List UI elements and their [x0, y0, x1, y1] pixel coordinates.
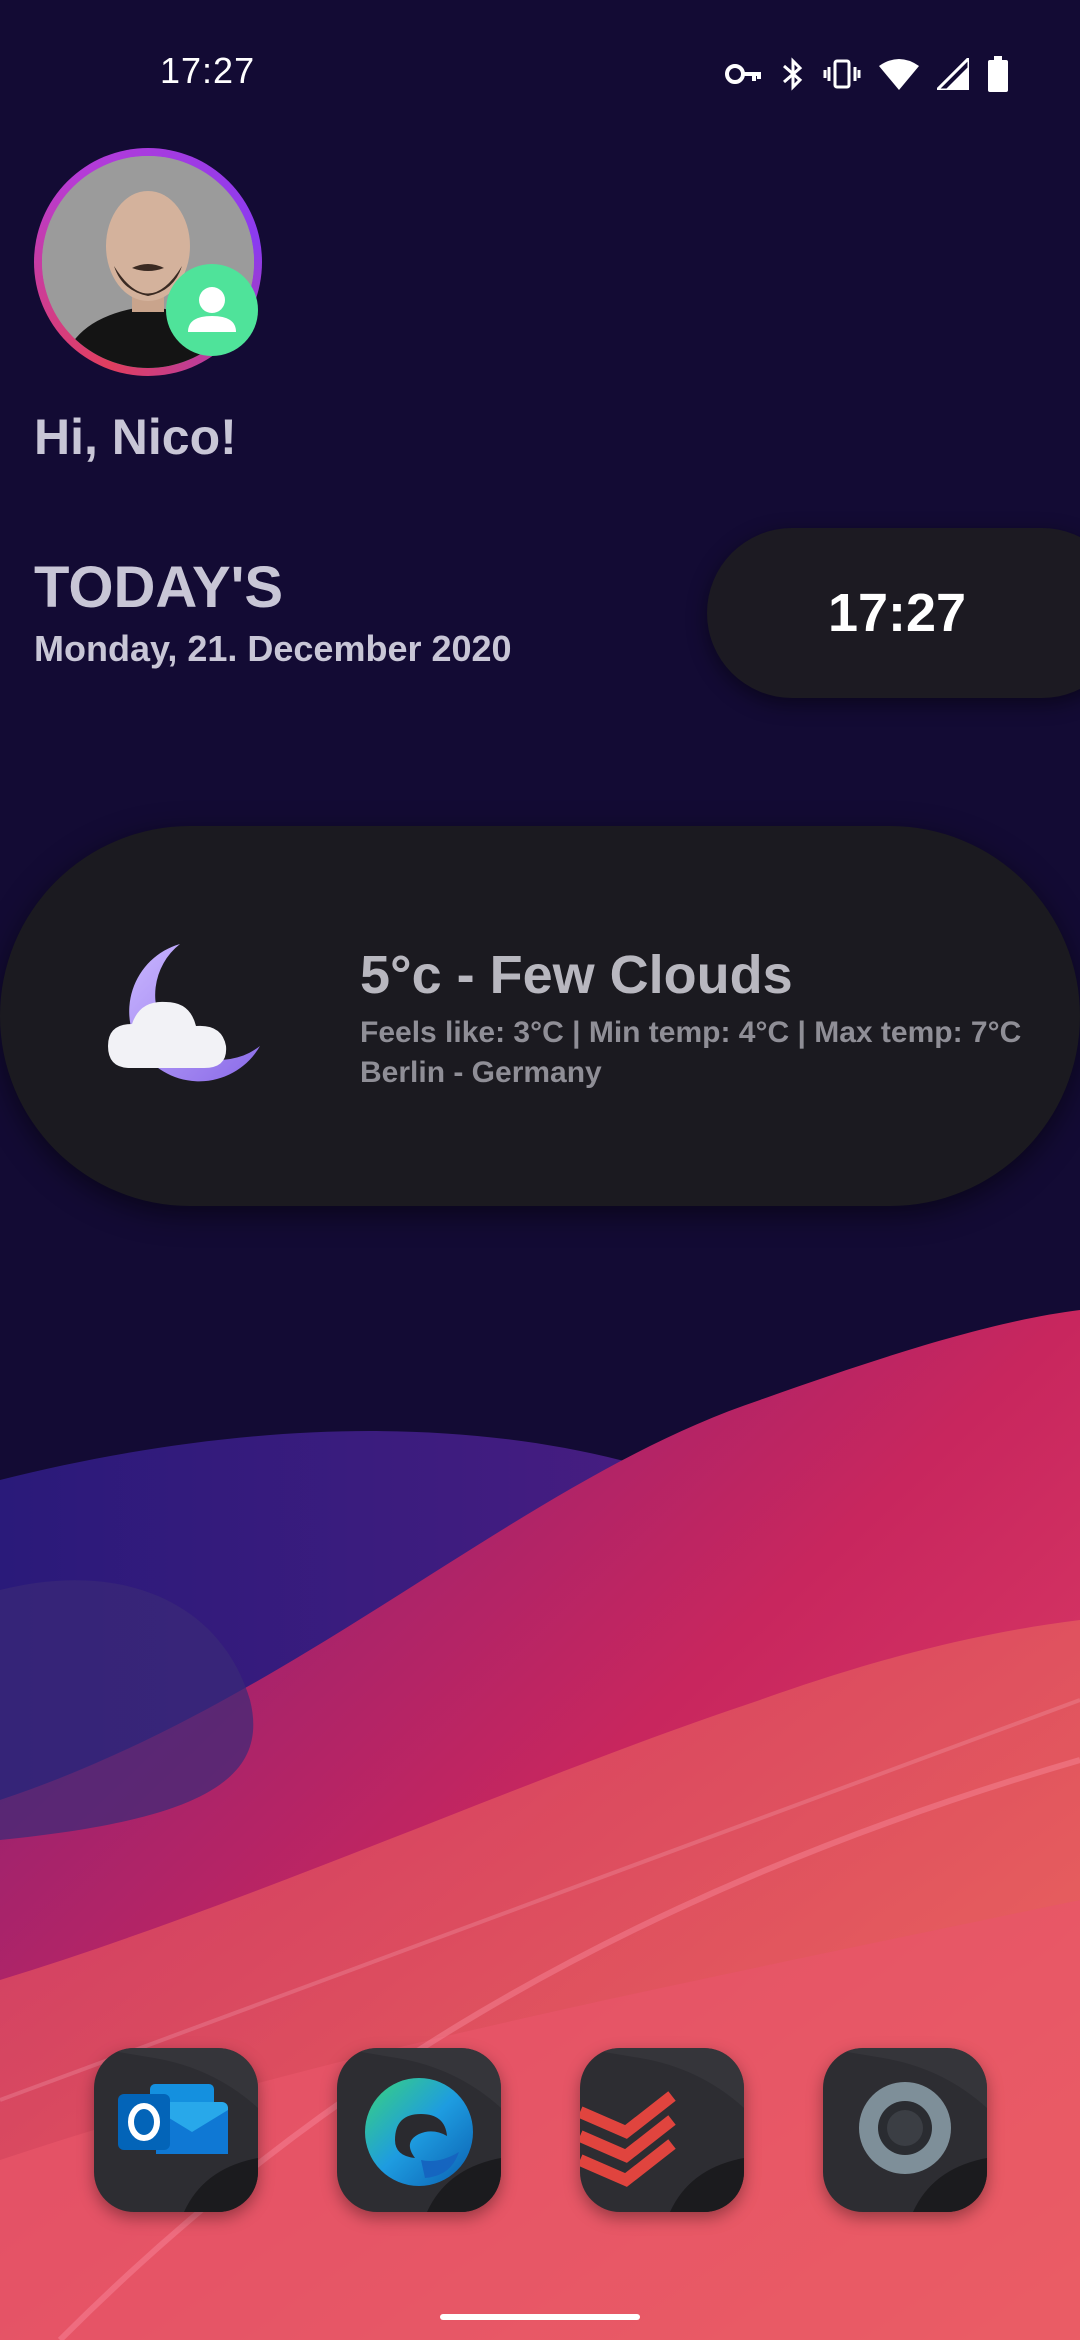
weather-widget[interactable]: 5°c - Few Clouds Feels like: 3°C | Min t…	[0, 826, 1080, 1206]
outlook-icon[interactable]	[94, 2048, 258, 2212]
wifi-icon	[879, 59, 919, 90]
gesture-nav-handle[interactable]	[440, 2314, 640, 2320]
weather-details: Feels like: 3°C | Min temp: 4°C | Max te…	[360, 1016, 1022, 1049]
moon-cloud-icon	[108, 944, 260, 1082]
today-date: Monday, 21. December 2020	[34, 628, 512, 669]
vibrate-icon	[823, 59, 861, 89]
battery-icon	[988, 56, 1008, 92]
todoist-icon[interactable]	[580, 2048, 744, 2212]
vpn-key-icon	[725, 64, 761, 84]
weather-summary: 5°c - Few Clouds	[360, 945, 793, 1005]
clock-time: 17:27	[827, 583, 967, 643]
bluetooth-icon	[783, 57, 803, 91]
status-time: 17:27	[160, 50, 256, 91]
clock-widget[interactable]: 17:27	[707, 528, 1080, 698]
cellular-signal-icon	[937, 58, 969, 90]
camera-lens-icon[interactable]	[823, 2048, 987, 2212]
status-icons	[725, 52, 1009, 96]
today-title: TODAY'S	[34, 555, 284, 620]
status-bar: 17:27	[0, 0, 1080, 150]
weather-location: Berlin - Germany	[360, 1056, 602, 1089]
app-dock	[0, 2048, 1080, 2214]
greeting-text: Hi, Nico!	[34, 409, 237, 465]
edge-browser-icon[interactable]	[337, 2048, 501, 2212]
profile-avatar[interactable]	[34, 148, 262, 376]
person-icon[interactable]	[166, 264, 258, 356]
